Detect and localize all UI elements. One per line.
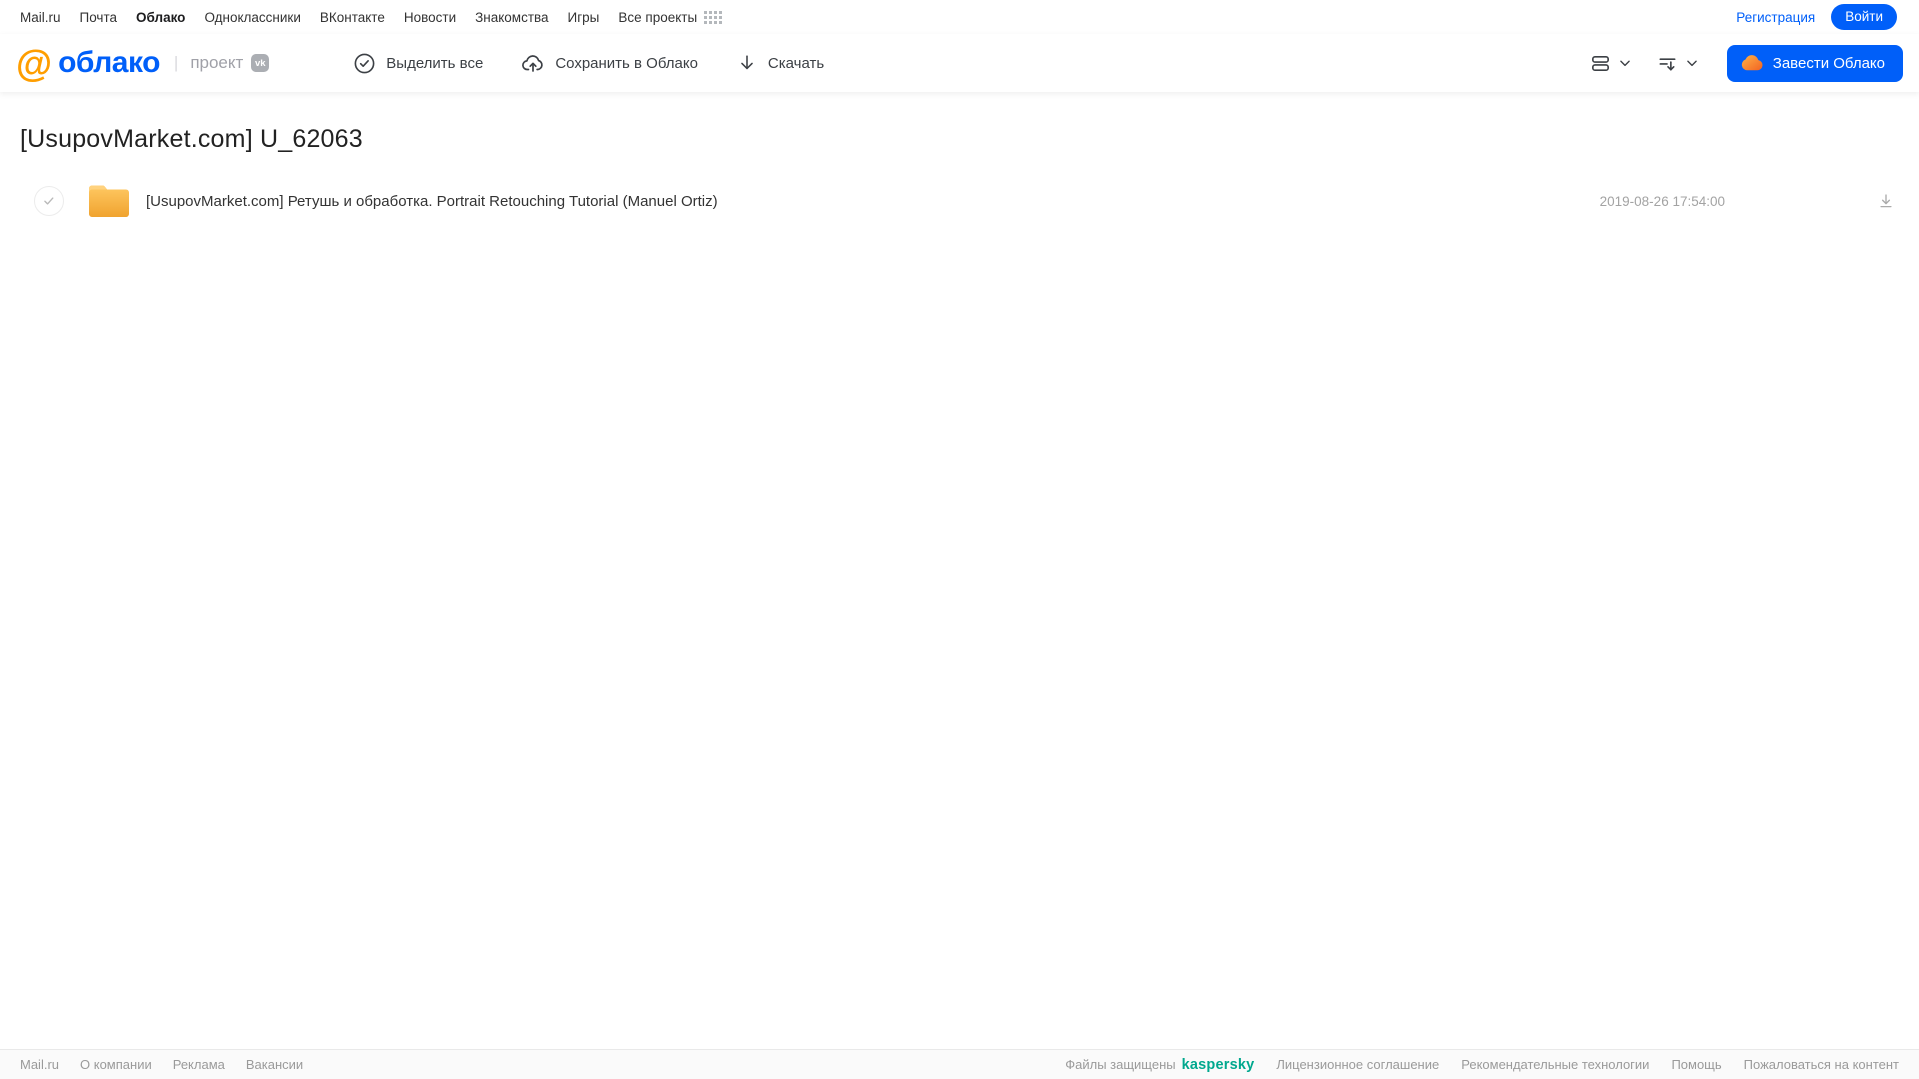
project-label: проект xyxy=(190,53,244,72)
page-footer: Mail.ru О компании Реклама Вакансии Файл… xyxy=(0,1049,1919,1079)
footer-link-report[interactable]: Пожаловаться на контент xyxy=(1744,1057,1899,1072)
portal-links: Mail.ru Почта Облако Одноклассники ВКонт… xyxy=(20,10,723,25)
login-button[interactable]: Войти xyxy=(1831,4,1897,30)
file-toolbar: Выделить все Сохранить в Облако Скачать xyxy=(353,51,824,75)
public-folder-content: [UsupovMarket.com] U_62063 [UsupovMarket… xyxy=(0,125,1919,224)
portal-nav: Mail.ru Почта Облако Одноклассники ВКонт… xyxy=(0,0,1919,34)
view-mode-toggle[interactable] xyxy=(1589,52,1632,75)
sort-toggle[interactable] xyxy=(1656,52,1699,75)
footer-link-ads[interactable]: Реклама xyxy=(173,1057,225,1072)
cloud-upload-icon xyxy=(521,51,545,75)
download-arrow-icon xyxy=(736,52,758,74)
footer-link-recommendations[interactable]: Рекомендательные технологии xyxy=(1461,1057,1649,1072)
check-icon xyxy=(44,197,54,205)
save-to-cloud-label: Сохранить в Облако xyxy=(555,54,698,72)
get-cloud-button[interactable]: Завести Облако xyxy=(1726,44,1903,82)
kaspersky-protection: Файлы защищены kaspersky xyxy=(1065,1057,1254,1073)
footer-link-mailru[interactable]: Mail.ru xyxy=(20,1057,59,1072)
portal-link-cloud-active[interactable]: Облако xyxy=(136,10,185,25)
download-file-icon[interactable] xyxy=(1877,192,1895,210)
kaspersky-logo[interactable]: kaspersky xyxy=(1182,1057,1255,1073)
row-checkbox[interactable] xyxy=(34,186,64,216)
portal-link-mail[interactable]: Почта xyxy=(80,10,118,25)
save-to-cloud-button[interactable]: Сохранить в Облако xyxy=(521,51,698,75)
mailru-at-icon: @ xyxy=(16,42,52,84)
protected-by-label: Файлы защищены xyxy=(1065,1057,1176,1072)
header-right-controls: Завести Облако xyxy=(1589,44,1903,82)
sort-icon xyxy=(1659,57,1676,71)
vk-badge-icon: vk xyxy=(251,54,270,72)
registration-link[interactable]: Регистрация xyxy=(1736,10,1815,25)
chevron-down-icon xyxy=(1686,60,1697,67)
footer-left-links: Mail.ru О компании Реклама Вакансии xyxy=(20,1057,303,1072)
get-cloud-label: Завести Облако xyxy=(1772,54,1885,72)
cloud-logo-text: облако xyxy=(58,46,160,79)
folder-icon[interactable] xyxy=(86,183,132,220)
download-button[interactable]: Скачать xyxy=(736,52,824,74)
portal-link-all-projects[interactable]: Все проекты xyxy=(618,10,697,25)
select-all-button[interactable]: Выделить все xyxy=(353,52,483,75)
download-label: Скачать xyxy=(767,54,825,72)
select-all-label: Выделить все xyxy=(386,54,484,72)
file-link[interactable]: [UsupovMarket.com] Ретушь и обработка. P… xyxy=(146,193,1600,210)
footer-right-links: Файлы защищены kaspersky Лицензионное со… xyxy=(1065,1057,1899,1073)
orange-cloud-icon xyxy=(1741,55,1763,71)
logo-divider: | xyxy=(173,53,179,72)
chevron-down-icon xyxy=(1619,60,1630,67)
footer-link-jobs[interactable]: Вакансии xyxy=(246,1057,303,1072)
file-modified-date: 2019-08-26 17:54:00 xyxy=(1599,193,1725,209)
list-view-icon xyxy=(1591,55,1609,71)
cloud-header: @ облако | проект vk Выделить все Сохран… xyxy=(0,34,1919,92)
apps-grid-icon[interactable] xyxy=(704,10,723,24)
portal-link-news[interactable]: Новости xyxy=(404,10,456,25)
page-title: [UsupovMarket.com] U_62063 xyxy=(20,125,363,153)
check-circle-icon xyxy=(353,52,376,75)
portal-link-mailru[interactable]: Mail.ru xyxy=(20,10,61,25)
portal-link-odnoklassniki[interactable]: Одноклассники xyxy=(204,10,300,25)
portal-link-games[interactable]: Игры xyxy=(568,10,600,25)
portal-link-vkontakte[interactable]: ВКонтакте xyxy=(320,10,385,25)
file-row[interactable]: [UsupovMarket.com] Ретушь и обработка. P… xyxy=(0,178,1919,224)
footer-link-license[interactable]: Лицензионное соглашение xyxy=(1276,1057,1439,1072)
portal-link-dating[interactable]: Знакомства xyxy=(475,10,548,25)
cloud-logo[interactable]: @ облако | проект vk xyxy=(16,42,270,84)
footer-link-help[interactable]: Помощь xyxy=(1671,1057,1721,1072)
footer-link-about[interactable]: О компании xyxy=(80,1057,152,1072)
